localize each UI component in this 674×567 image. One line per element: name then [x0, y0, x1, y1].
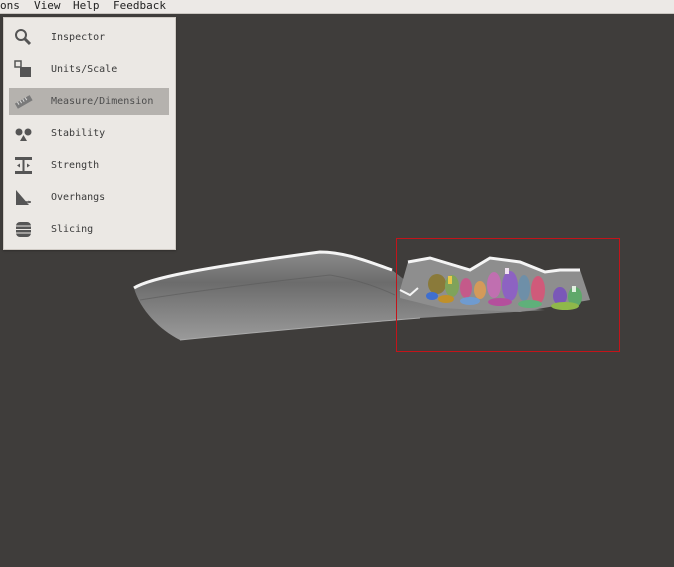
selection-bounding-box — [396, 238, 620, 352]
tool-label-strength: Strength — [51, 160, 100, 171]
ruler-icon — [14, 92, 33, 111]
tool-label-measure-dimension: Measure/Dimension — [51, 96, 154, 107]
tool-slicing[interactable]: Slicing — [9, 216, 169, 243]
tool-panel: Inspector Units/Scale Measure/Dimension … — [3, 17, 176, 250]
tool-strength[interactable]: Strength — [9, 152, 169, 179]
tool-overhangs[interactable]: Overhangs — [9, 184, 169, 211]
units-scale-icon — [14, 60, 33, 79]
tool-label-stability: Stability — [51, 128, 106, 139]
menu-options[interactable]: ons — [0, 0, 20, 12]
menu-bar: ons View Help Feedback — [0, 0, 674, 14]
tool-label-inspector: Inspector — [51, 32, 106, 43]
app-window: ons View Help Feedback Inspector Units/S… — [0, 0, 674, 567]
slicing-icon — [14, 220, 33, 239]
tool-inspector[interactable]: Inspector — [9, 24, 169, 51]
stability-icon — [14, 124, 33, 143]
tool-label-overhangs: Overhangs — [51, 192, 106, 203]
menu-feedback[interactable]: Feedback — [113, 0, 166, 12]
tool-measure-dimension[interactable]: Measure/Dimension — [9, 88, 169, 115]
tool-stability[interactable]: Stability — [9, 120, 169, 147]
menu-view[interactable]: View — [34, 0, 61, 12]
magnifier-icon — [14, 28, 33, 47]
tool-label-slicing: Slicing — [51, 224, 94, 235]
tool-label-units-scale: Units/Scale — [51, 64, 118, 75]
overhang-icon — [14, 188, 33, 207]
tool-units-scale[interactable]: Units/Scale — [9, 56, 169, 83]
menu-help[interactable]: Help — [73, 0, 100, 12]
strength-icon — [14, 156, 33, 175]
